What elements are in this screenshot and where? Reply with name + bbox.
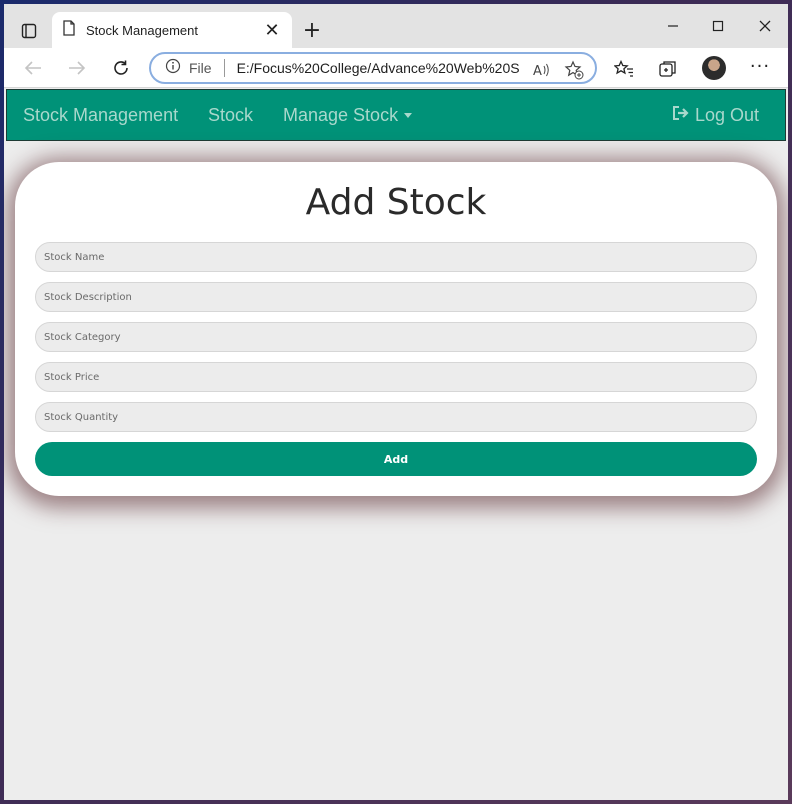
nav-dropdown-manage-stock[interactable]: Manage Stock xyxy=(283,104,413,126)
read-aloud-icon[interactable]: A xyxy=(531,60,551,80)
add-favorite-icon[interactable] xyxy=(564,60,584,80)
back-arrow-icon[interactable] xyxy=(21,56,45,80)
tab-stock-management[interactable]: Stock Management ✕ xyxy=(52,12,292,48)
url-text[interactable]: E:/Focus%20College/Advance%20Web%20Scrip… xyxy=(237,60,519,76)
navbar-brand[interactable]: Stock Management xyxy=(23,105,178,126)
address-divider xyxy=(223,59,225,77)
logout-label: Log Out xyxy=(695,104,760,125)
page-content: Stock Management Stock Manage Stock Log … xyxy=(4,88,788,800)
nav-dropdown-label: Manage Stock xyxy=(283,104,399,125)
favorites-icon[interactable] xyxy=(613,58,635,80)
refresh-icon[interactable] xyxy=(109,56,133,80)
address-bar[interactable]: File E:/Focus%20College/Advance%20Web%20… xyxy=(149,52,597,84)
new-tab-button[interactable]: + xyxy=(300,18,324,43)
close-window-icon[interactable] xyxy=(752,14,778,38)
svg-text:A: A xyxy=(533,64,542,78)
tab-actions-icon[interactable] xyxy=(18,20,40,42)
browser-toolbar: File E:/Focus%20College/Advance%20Web%20… xyxy=(4,48,788,88)
add-button[interactable]: Add xyxy=(35,442,757,476)
nav-link-stock[interactable]: Stock xyxy=(208,105,253,126)
stock-price-input[interactable] xyxy=(35,362,757,392)
maximize-icon[interactable] xyxy=(705,14,731,38)
info-icon[interactable] xyxy=(165,58,181,78)
logout-link[interactable]: Log Out xyxy=(671,104,759,127)
address-prefix: File xyxy=(189,60,212,76)
stock-description-input[interactable] xyxy=(35,282,757,312)
stock-quantity-input[interactable] xyxy=(35,402,757,432)
tab-title: Stock Management xyxy=(86,22,199,38)
collections-icon[interactable] xyxy=(657,58,679,80)
profile-avatar[interactable] xyxy=(702,56,726,80)
logout-icon xyxy=(671,104,691,127)
top-navbar: Stock Management Stock Manage Stock Log … xyxy=(6,89,786,141)
page-icon xyxy=(62,20,76,40)
form-title: Add Stock xyxy=(305,182,487,223)
tab-close-icon[interactable]: ✕ xyxy=(262,20,282,41)
stock-name-input[interactable] xyxy=(35,242,757,272)
more-menu-icon[interactable]: ··· xyxy=(748,56,772,77)
tab-strip: Stock Management ✕ + xyxy=(4,4,788,48)
add-stock-card: Add Stock Add xyxy=(15,162,777,496)
minimize-icon[interactable] xyxy=(660,14,686,38)
browser-window: Stock Management ✕ + File E:/Focus%20Col… xyxy=(4,4,788,800)
forward-arrow-icon[interactable] xyxy=(65,56,89,80)
caret-down-icon xyxy=(404,113,413,119)
stock-category-input[interactable] xyxy=(35,322,757,352)
